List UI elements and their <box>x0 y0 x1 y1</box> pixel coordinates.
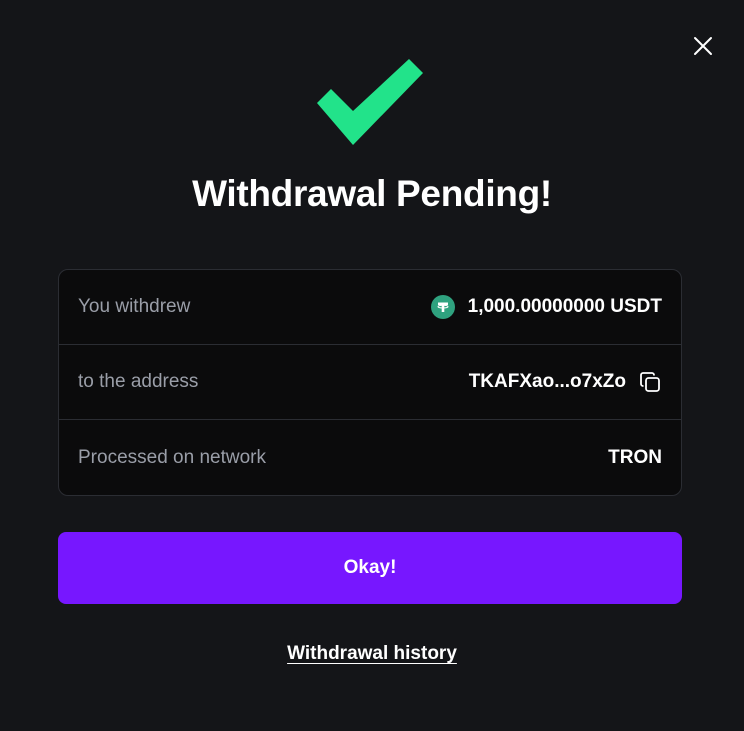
amount-value-group: 1,000.00000000 USDT <box>430 295 662 319</box>
tether-icon <box>430 295 455 319</box>
amount-value: 1,000.00000000 USDT <box>467 296 662 317</box>
page-title: Withdrawal Pending! <box>192 173 552 214</box>
network-row: Processed on network TRON <box>59 420 681 495</box>
withdrawal-history-container: Withdrawal history <box>0 643 744 665</box>
withdrawal-modal: Withdrawal Pending! You withdrew 1,000.0… <box>0 0 744 731</box>
amount-row: You withdrew 1,000.00000000 USDT <box>59 270 681 345</box>
checkmark-icon <box>317 59 423 145</box>
address-value-group: TKAFXao...o7xZo <box>469 370 662 394</box>
network-value: TRON <box>608 446 662 468</box>
withdrawal-history-link[interactable]: Withdrawal history <box>287 643 457 664</box>
network-label: Processed on network <box>78 446 266 468</box>
withdrawal-details: You withdrew 1,000.00000000 USDT to the … <box>58 269 682 496</box>
address-row: to the address TKAFXao...o7xZo <box>59 345 681 420</box>
okay-button[interactable]: Okay! <box>58 532 682 604</box>
address-label: to the address <box>78 371 199 392</box>
copy-icon <box>640 372 660 392</box>
copy-address-button[interactable] <box>638 370 662 394</box>
close-icon <box>694 37 712 55</box>
amount-label: You withdrew <box>78 296 191 317</box>
address-value: TKAFXao...o7xZo <box>468 371 626 392</box>
close-button[interactable] <box>690 33 716 59</box>
